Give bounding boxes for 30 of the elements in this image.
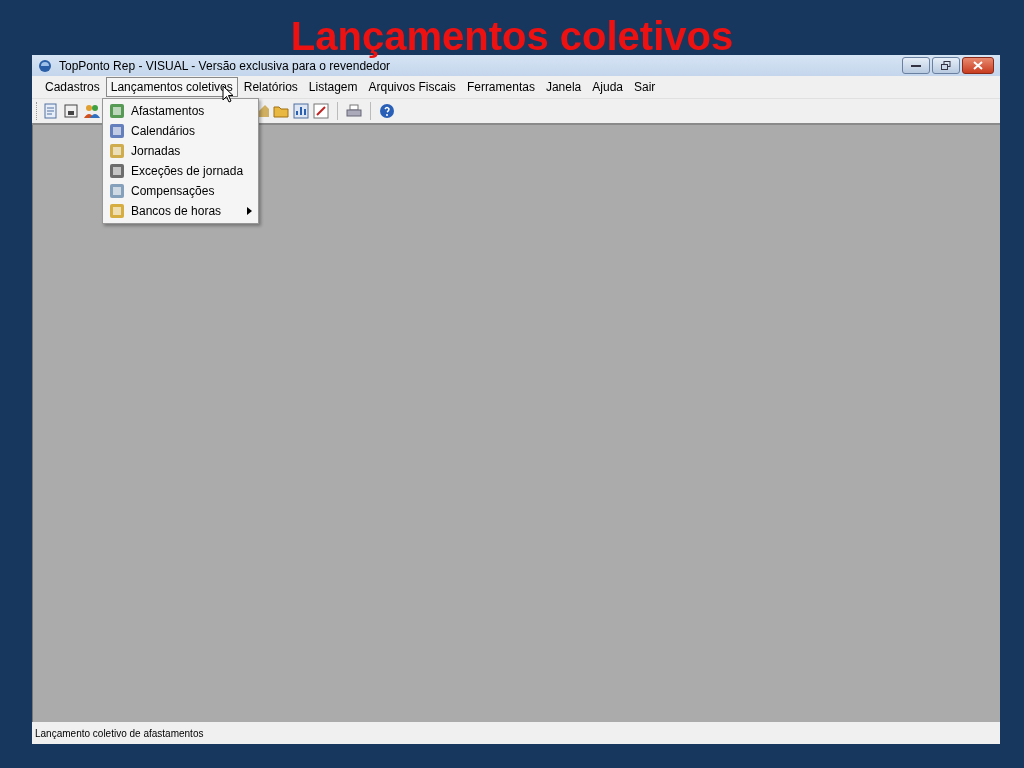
menu-item[interactable]: Sair [629,77,661,97]
dropdown-item[interactable]: Calendários [105,121,256,141]
people-icon[interactable] [83,103,101,119]
app-icon [38,58,52,73]
dropdown-item[interactable]: Afastamentos [105,101,256,121]
dropdown-item[interactable]: Exceções de jornada [105,161,256,181]
close-icon [973,61,983,70]
chart-icon[interactable] [293,103,309,119]
calculator-icon[interactable] [63,103,79,119]
menu-item[interactable]: Listagem [303,77,363,97]
window-title: TopPonto Rep - VISUAL - Versão exclusiva para o revendedor [59,58,391,73]
menu-item[interactable]: Relatórios [238,77,303,97]
dropdown-item[interactable]: Bancos de horas [105,201,256,221]
close-button[interactable] [962,57,994,74]
printer-icon[interactable] [346,103,362,119]
menu-item[interactable]: Ajuda [587,77,628,97]
pencil-icon[interactable] [313,103,329,119]
menu-item[interactable]: Ferramentas [461,77,540,97]
help-icon[interactable] [379,103,395,119]
menu-item[interactable]: Janela [540,77,587,97]
restore-icon [941,60,951,71]
status-text: Lançamento coletivo de afastamentos [35,727,204,739]
menu-item[interactable]: Cadastros [40,77,105,97]
submenu-arrow-icon [247,207,252,215]
dropdown-item[interactable]: Jornadas [105,141,256,161]
menu-item[interactable]: Arquivos Fiscais [363,77,461,97]
minimize-button[interactable] [902,57,930,74]
dropdown-item[interactable]: Compensações [105,181,256,201]
maximize-button[interactable] [932,57,960,74]
menu-item[interactable]: Lançamentos coletivos [105,77,238,97]
